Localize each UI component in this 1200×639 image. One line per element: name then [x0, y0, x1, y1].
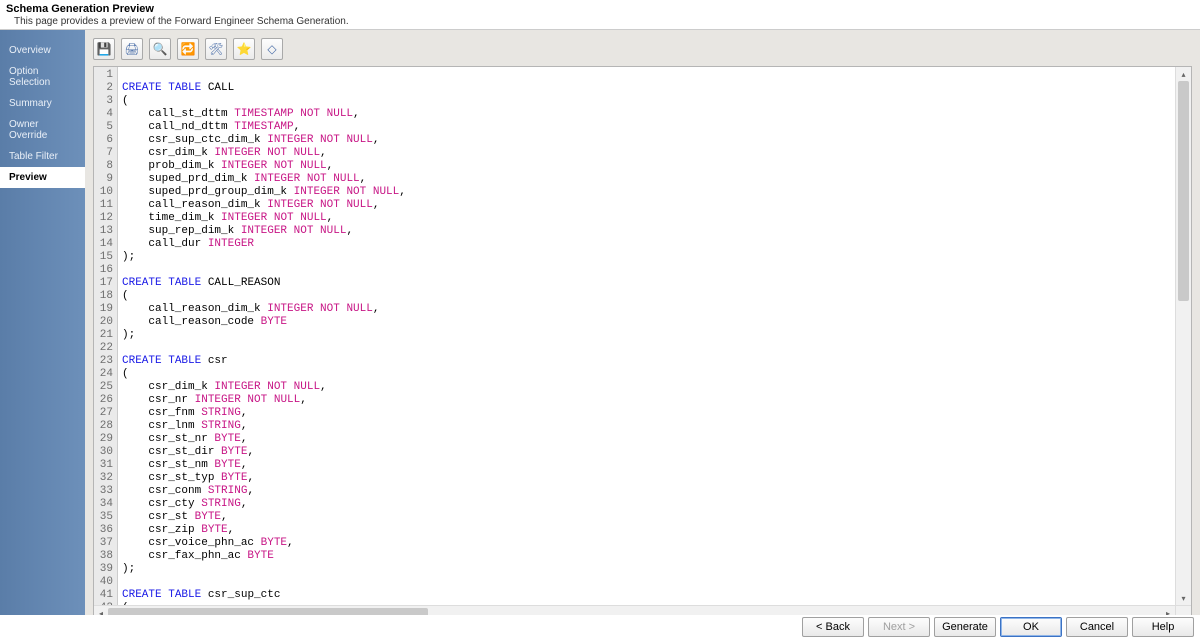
- sidebar-item-summary[interactable]: Summary: [0, 93, 85, 114]
- cancel-button[interactable]: Cancel: [1066, 617, 1128, 637]
- content-panel: 💾 🖨 🔍 🔁 🛠 ⭐ ◇ 1 2 3 4 5 6 7 8 9 10 11 12 13 14…: [85, 30, 1200, 622]
- save-icon[interactable]: 💾: [93, 38, 115, 60]
- sidebar-item-owner-override[interactable]: Owner Override: [0, 114, 85, 146]
- page-title: Schema Generation Preview: [6, 3, 1194, 15]
- sidebar-item-preview[interactable]: Preview: [0, 167, 85, 188]
- vertical-scroll-thumb[interactable]: [1178, 81, 1189, 301]
- help-button[interactable]: Help: [1132, 617, 1194, 637]
- clear-icon[interactable]: ◇: [261, 38, 283, 60]
- editor-toolbar: 💾 🖨 🔍 🔁 🛠 ⭐ ◇: [93, 38, 1192, 66]
- code-editor: 1 2 3 4 5 6 7 8 9 10 11 12 13 14 15 16 1…: [93, 66, 1192, 622]
- sidebar-item-option-selection[interactable]: Option Selection: [0, 61, 85, 93]
- vertical-scrollbar[interactable]: ▴ ▾: [1175, 67, 1191, 605]
- ok-button[interactable]: OK: [1000, 617, 1062, 637]
- line-number-gutter: 1 2 3 4 5 6 7 8 9 10 11 12 13 14 15 16 1…: [94, 67, 118, 605]
- wizard-sidebar: OverviewOption SelectionSummaryOwner Ove…: [0, 30, 85, 622]
- dialog-footer: < Back Next > Generate OK Cancel Help: [0, 615, 1200, 639]
- sidebar-item-overview[interactable]: Overview: [0, 40, 85, 61]
- next-button: Next >: [868, 617, 930, 637]
- find-replace-icon[interactable]: 🔁: [177, 38, 199, 60]
- scroll-up-icon[interactable]: ▴: [1176, 67, 1191, 81]
- back-button[interactable]: < Back: [802, 617, 864, 637]
- print-icon[interactable]: 🖨: [121, 38, 143, 60]
- options-icon[interactable]: 🛠: [205, 38, 227, 60]
- scroll-down-icon[interactable]: ▾: [1176, 591, 1191, 605]
- find-icon[interactable]: 🔍: [149, 38, 171, 60]
- page-subtitle: This page provides a preview of the Forw…: [6, 15, 1194, 27]
- code-text[interactable]: CREATE TABLE CALL ( call_st_dttm TIMESTA…: [118, 67, 1191, 605]
- sidebar-item-table-filter[interactable]: Table Filter: [0, 146, 85, 167]
- generate-button[interactable]: Generate: [934, 617, 996, 637]
- page-header: Schema Generation Preview This page prov…: [0, 0, 1200, 29]
- highlight-icon[interactable]: ⭐: [233, 38, 255, 60]
- main-area: OverviewOption SelectionSummaryOwner Ove…: [0, 29, 1200, 623]
